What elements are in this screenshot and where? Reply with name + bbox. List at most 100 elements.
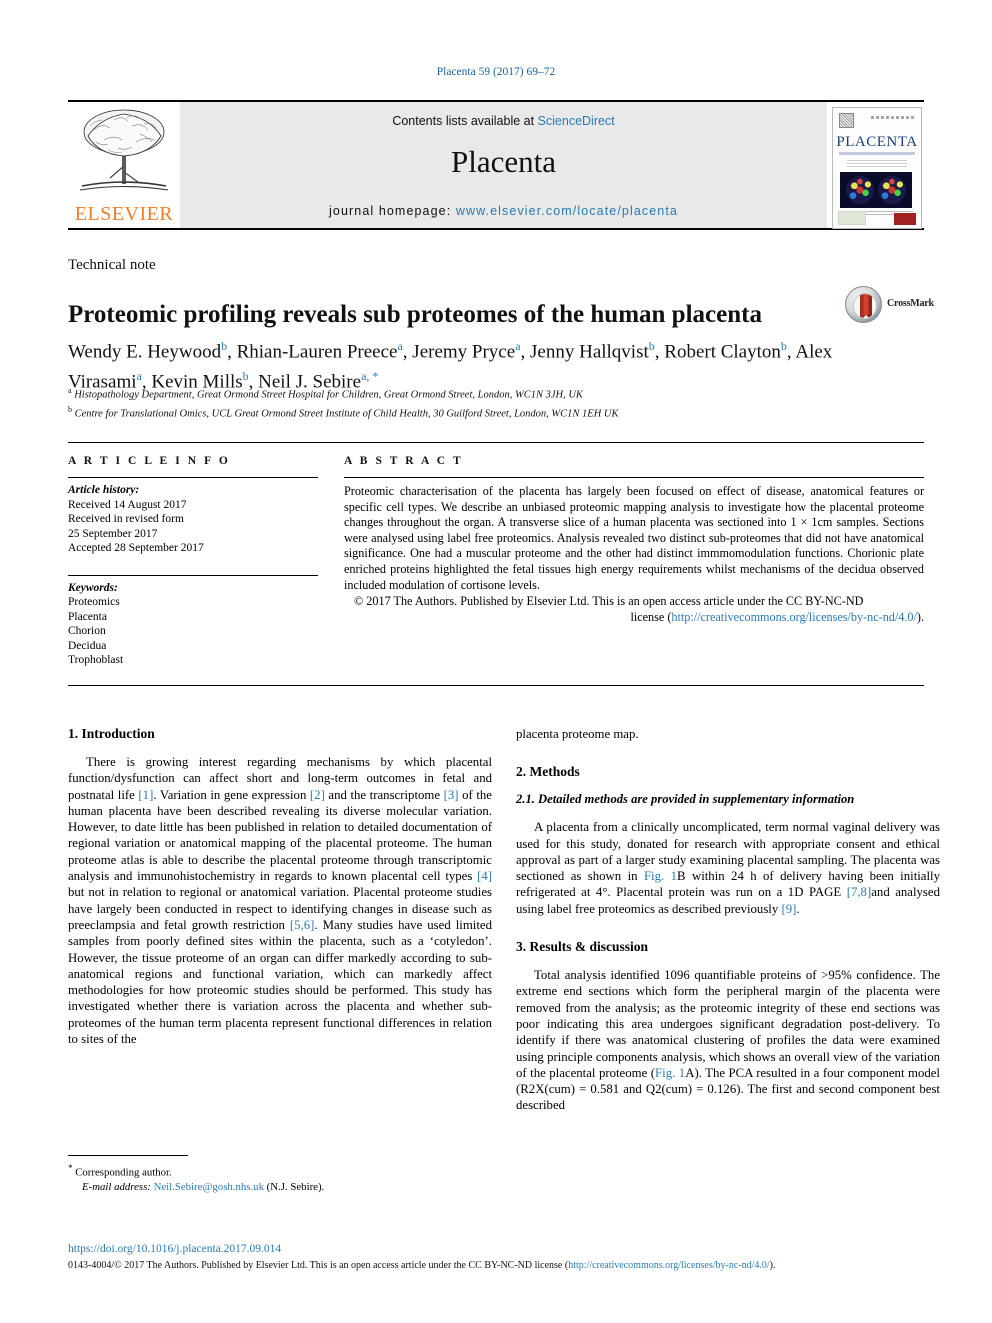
subsection-heading-detailed-methods: 2.1. Detailed methods are provided in su… [516, 792, 855, 807]
author-affil-mark[interactable]: a, * [361, 369, 378, 383]
crossmark-badge[interactable]: CrossMark [845, 286, 937, 324]
article-history-item: Received in revised form [68, 513, 184, 525]
affiliation-mark: b [68, 404, 72, 414]
license-line: license (http://creativecommons.org/lice… [344, 610, 924, 626]
section-heading-methods: 2. Methods [516, 764, 580, 780]
abstract-rule [344, 477, 924, 478]
cover-figure-right [878, 176, 906, 204]
article-info-heading: A R T I C L E I N F O [68, 455, 231, 467]
citation-ref[interactable]: [4] [477, 869, 492, 883]
author-sep: , [654, 341, 665, 363]
intro-text-b: . Variation in gene expression [153, 787, 310, 802]
elsevier-tree-icon [79, 109, 169, 191]
cover-inner: PLACENTA [832, 107, 922, 229]
cover-journal-name: PLACENTA [836, 134, 918, 150]
author-sep: , [402, 341, 413, 363]
crossmark-icon [845, 286, 882, 323]
copyright-text: © 2017 The Authors. Published by Elsevie… [354, 594, 864, 609]
citation-ref[interactable]: [1] [138, 788, 153, 802]
keywords-list: Keywords: Proteomics Placenta Chorion De… [68, 581, 318, 668]
body-column-right: placenta proteome map. 2. Methods 2.1. D… [516, 726, 940, 1126]
journal-homepage-link[interactable]: www.elsevier.com/locate/placenta [456, 204, 678, 218]
footer-license-link[interactable]: http://creativecommons.org/licenses/by-n… [568, 1260, 769, 1271]
abstract-copyright: © 2017 The Authors. Published by Elsevie… [344, 594, 924, 625]
citation-ref[interactable]: [9] [781, 902, 796, 916]
abstract-block: A B S T R A C T Proteomic characterisati… [344, 455, 924, 625]
corresponding-author-footnote: * Corresponding author. E-mail address: … [68, 1155, 492, 1194]
email-label: E-mail address: [82, 1180, 151, 1193]
citation-ref[interactable]: [2] [310, 788, 325, 802]
affiliation-list: a Histopathology Department, Great Ormon… [68, 384, 868, 421]
keyword-item: Placenta [68, 610, 107, 623]
issn-copyright-line: 0143-4004/© 2017 The Authors. Published … [68, 1259, 924, 1272]
journal-homepage-line: journal homepage: www.elsevier.com/locat… [180, 204, 827, 218]
crossmark-label: CrossMark [887, 298, 934, 309]
author-name: Jeremy Pryce [412, 341, 516, 363]
methods-paragraph: A placenta from a clinically uncomplicat… [516, 819, 940, 917]
info-block-bottom-rule [68, 685, 924, 686]
author-name: Robert Clayton [664, 341, 781, 363]
email-link[interactable]: Neil.Sebire@gosh.nhs.uk [154, 1181, 264, 1193]
keywords-block: Keywords: Proteomics Placenta Chorion De… [68, 574, 318, 668]
affiliation-item: b Centre for Translational Omics, UCL Gr… [68, 403, 868, 422]
email-line: E-mail address: Neil.Sebire@gosh.nhs.uk … [68, 1180, 492, 1194]
results-paragraph: Total analysis identified 1096 quantifia… [516, 967, 940, 1114]
intro-text-c: and the transcriptome [324, 787, 444, 802]
cover-figure-left [846, 176, 874, 204]
keywords-label: Keywords: [68, 581, 118, 594]
keyword-item: Proteomics [68, 596, 120, 608]
article-info-block: A R T I C L E I N F O Article history: R… [68, 455, 318, 668]
citation-ref[interactable]: [7,8] [847, 885, 872, 899]
sciencedirect-link[interactable]: ScienceDirect [538, 114, 615, 128]
journal-cover-thumbnail[interactable]: PLACENTA [827, 102, 924, 229]
keywords-rule [68, 574, 318, 576]
author-sep: , [520, 341, 531, 363]
cover-qr-icon [839, 113, 854, 128]
keyword-item: Chorion [68, 625, 106, 637]
footnote-rule [68, 1155, 188, 1156]
corresponding-author-line: * Corresponding author. [68, 1161, 492, 1180]
citation-ref[interactable]: [5,6] [290, 918, 315, 932]
article-history-item: Received 14 August 2017 [68, 498, 187, 511]
cover-figure [840, 172, 912, 208]
affiliation-item: a Histopathology Department, Great Ormon… [68, 384, 868, 403]
page-title: Proteomic profiling reveals sub proteome… [68, 300, 762, 328]
article-type: Technical note [68, 257, 156, 273]
article-history: Article history: Received 14 August 2017… [68, 483, 318, 556]
author-name: Jenny Hallqvist [530, 341, 649, 363]
body-column-left: 1. Introduction There is growing interes… [68, 726, 492, 1059]
figure-ref[interactable]: Fig. 1 [644, 869, 677, 883]
elsevier-logo: ELSEVIER [68, 102, 180, 228]
license-suffix: ). [916, 609, 924, 624]
doi-link[interactable]: https://doi.org/10.1016/j.placenta.2017.… [68, 1243, 924, 1255]
cover-blurb-lines [847, 160, 907, 168]
citation-ref[interactable]: [3] [444, 788, 459, 802]
article-info-rule [68, 477, 318, 478]
figure-ref[interactable]: Fig. 1 [655, 1066, 685, 1080]
article-history-label: Article history: [68, 484, 140, 496]
section-heading-results: 3. Results & discussion [516, 939, 649, 955]
license-link[interactable]: http://creativecommons.org/licenses/by-n… [671, 610, 917, 624]
abstract-heading: A B S T R A C T [344, 455, 464, 467]
cover-badge-right [894, 213, 916, 225]
crossmark-inner [852, 292, 877, 319]
page-footer: https://doi.org/10.1016/j.placenta.2017.… [68, 1243, 924, 1272]
cover-badge-left [838, 211, 866, 225]
contents-lists-line: Contents lists available at ScienceDirec… [180, 114, 827, 128]
elsevier-wordmark: ELSEVIER [74, 203, 174, 225]
introduction-paragraph: There is growing interest regarding mech… [68, 754, 492, 1047]
affiliation-text: Centre for Translational Omics, UCL Grea… [74, 408, 619, 419]
masthead-center: Contents lists available at ScienceDirec… [180, 102, 827, 228]
homepage-prefix: journal homepage: [329, 204, 456, 218]
crossmark-ribbon [859, 293, 872, 318]
keyword-item: Trophoblast [68, 654, 124, 666]
contents-prefix: Contents lists available at [392, 114, 538, 128]
email-owner: (N.J. Sebire). [263, 1180, 325, 1193]
keyword-item: Decidua [68, 639, 107, 652]
author-name: Wendy E. Heywood [68, 341, 222, 363]
article-history-item: Accepted 28 September 2017 [68, 542, 204, 554]
cover-subtitle-rule [839, 152, 915, 155]
results-text-a: Total analysis identified 1096 quantifia… [516, 968, 940, 1080]
affiliation-text: Histopathology Department, Great Ormond … [74, 389, 583, 401]
author-name: Rhian-Lauren Preece [236, 341, 398, 363]
